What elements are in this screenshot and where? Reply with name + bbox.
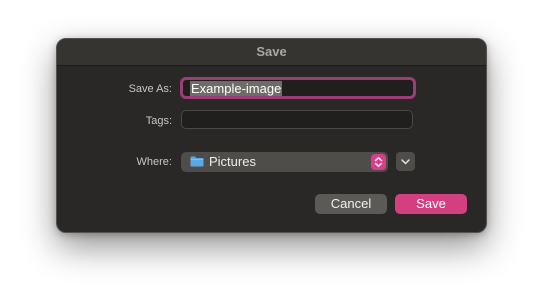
where-label: Where: [136, 156, 172, 168]
save-as-value: Example-image [190, 81, 283, 96]
save-as-input[interactable]: Example-image [180, 77, 416, 99]
save-as-label: Save As: [128, 83, 172, 95]
cancel-button[interactable]: Cancel [315, 194, 387, 214]
where-value: Pictures [209, 154, 256, 169]
save-button[interactable]: Save [395, 194, 467, 214]
tags-label: Tags: [145, 115, 172, 127]
chevron-down-icon [401, 159, 410, 165]
save-dialog: Save Save As: Example-image Tags: Where:… [56, 38, 487, 233]
dialog-titlebar: Save [57, 39, 486, 66]
dialog-title: Save [256, 44, 287, 59]
where-popup-button[interactable]: Pictures [181, 152, 388, 172]
chevron-up-down-icon [371, 154, 386, 170]
expand-dialog-button[interactable] [396, 152, 415, 171]
folder-icon [190, 156, 204, 167]
tags-input[interactable] [181, 110, 413, 129]
